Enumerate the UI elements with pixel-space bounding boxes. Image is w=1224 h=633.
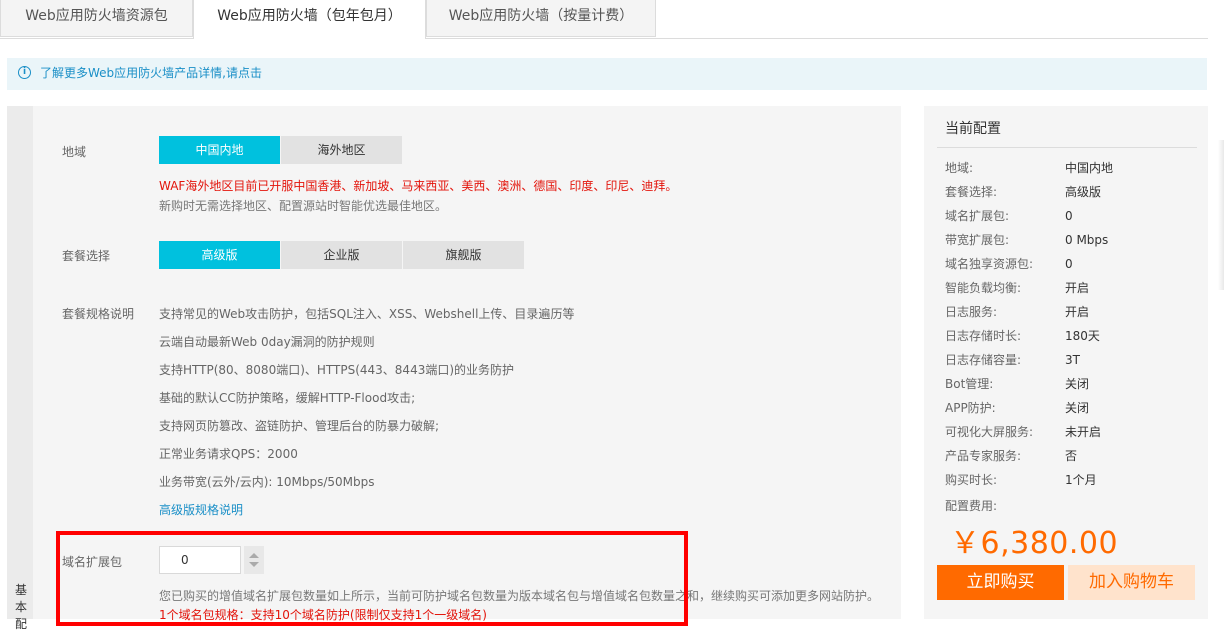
summary-value: 开启 bbox=[1065, 281, 1090, 295]
summary-value: 中国内地 bbox=[1065, 161, 1114, 175]
summary-key: 日志存储容量: bbox=[945, 353, 1022, 367]
spec-line: 支持常见的Web攻击防护，包括SQL注入、XSS、Webshell上传、目录遍历… bbox=[159, 307, 575, 321]
summary-key: 智能负载均衡: bbox=[945, 281, 1022, 295]
summary-row: 可视化大屏服务: 未开启 bbox=[945, 420, 1195, 444]
section-strip bbox=[7, 106, 33, 619]
spec-label: 套餐规格说明 bbox=[62, 307, 135, 321]
annotation-highlight-box bbox=[56, 531, 688, 626]
summary-value: 关闭 bbox=[1065, 401, 1090, 415]
plan-option-enterprise[interactable]: 企业版 bbox=[281, 241, 402, 269]
summary-key: 带宽扩展包: bbox=[945, 233, 1010, 247]
summary-value: 0 Mbps bbox=[1065, 233, 1109, 247]
summary-fee-row: 配置费用: bbox=[945, 494, 1195, 518]
summary-row: 域名扩展包: 0 bbox=[945, 204, 1195, 228]
summary-key: 域名独享资源包: bbox=[945, 257, 1034, 271]
summary-key: 域名扩展包: bbox=[945, 209, 1010, 223]
summary-key: Bot管理: bbox=[945, 377, 994, 391]
section-label: 基本配 bbox=[14, 583, 27, 631]
buy-now-button[interactable]: 立即购买 bbox=[937, 565, 1064, 600]
region-option-mainland[interactable]: 中国内地 bbox=[159, 136, 280, 164]
spec-line: 正常业务请求QPS：2000 bbox=[159, 447, 298, 461]
summary-row: 日志存储容量: 3T bbox=[945, 348, 1195, 372]
summary-key: 购买时长: bbox=[945, 473, 998, 487]
summary-row: 智能负载均衡: 开启 bbox=[945, 276, 1195, 300]
plan-option-advanced[interactable]: 高级版 bbox=[159, 241, 280, 269]
summary-value: 0 bbox=[1065, 257, 1073, 271]
summary-row: 地域: 中国内地 bbox=[945, 156, 1195, 180]
summary-key: APP防护: bbox=[945, 401, 996, 415]
summary-key: 产品专家服务: bbox=[945, 449, 1022, 463]
summary-row: 购买时长: 1个月 bbox=[945, 468, 1195, 492]
plan-label: 套餐选择 bbox=[62, 249, 111, 263]
total-price: ￥6,380.00 bbox=[950, 526, 1119, 561]
summary-value: 否 bbox=[1065, 449, 1078, 463]
summary-key: 套餐选择: bbox=[945, 185, 998, 199]
product-details-link[interactable]: 了解更多Web应用防火墙产品详情,请点击 bbox=[40, 58, 262, 89]
summary-value: 未开启 bbox=[1065, 425, 1102, 439]
plan-option-flagship[interactable]: 旗舰版 bbox=[403, 241, 524, 269]
spec-line: 业务带宽(云外/云内): 10Mbps/50Mbps bbox=[159, 475, 375, 489]
summary-row: 套餐选择: 高级版 bbox=[945, 180, 1195, 204]
fee-label: 配置费用: bbox=[945, 499, 998, 513]
summary-title: 当前配置 bbox=[945, 121, 1001, 137]
summary-key: 日志存储时长: bbox=[945, 329, 1022, 343]
info-banner: i 了解更多Web应用防火墙产品详情,请点击 bbox=[7, 58, 1207, 90]
spec-line: 云端自动最新Web 0day漏洞的防护规则 bbox=[159, 335, 375, 349]
product-tabs: Web应用防火墙资源包 Web应用防火墙（包年包月） Web应用防火墙（按量计费… bbox=[0, 0, 1208, 39]
summary-value: 1个月 bbox=[1065, 473, 1097, 487]
spec-line: 支持HTTP(80、8080端口)、HTTPS(443、8443端口)的业务防护 bbox=[159, 363, 515, 377]
tab-resource-pack[interactable]: Web应用防火墙资源包 bbox=[0, 0, 193, 37]
region-label: 地域 bbox=[62, 145, 87, 159]
spec-line: 支持网页防篡改、盗链防护、管理后台的防暴力破解; bbox=[159, 419, 440, 433]
summary-key: 地域: bbox=[945, 161, 974, 175]
summary-value: 180天 bbox=[1065, 329, 1100, 343]
summary-row: 产品专家服务: 否 bbox=[945, 444, 1195, 468]
summary-divider bbox=[937, 147, 1197, 148]
summary-value: 关闭 bbox=[1065, 377, 1090, 391]
summary-value: 3T bbox=[1065, 353, 1080, 367]
summary-row: 带宽扩展包: 0 Mbps bbox=[945, 228, 1195, 252]
summary-row: 日志存储时长: 180天 bbox=[945, 324, 1195, 348]
spec-details-link[interactable]: 高级版规格说明 bbox=[159, 501, 243, 518]
summary-row: 域名独享资源包: 0 bbox=[945, 252, 1195, 276]
summary-value: 高级版 bbox=[1065, 185, 1102, 199]
region-option-overseas[interactable]: 海外地区 bbox=[281, 136, 402, 164]
tab-pay-as-you-go[interactable]: Web应用防火墙（按量计费） bbox=[426, 0, 656, 37]
summary-row: 日志服务: 开启 bbox=[945, 300, 1195, 324]
summary-value: 开启 bbox=[1065, 305, 1090, 319]
summary-key: 日志服务: bbox=[945, 305, 998, 319]
summary-row: APP防护: 关闭 bbox=[945, 396, 1195, 420]
summary-value: 0 bbox=[1065, 209, 1073, 223]
region-warning: WAF海外地区目前已开服中国香港、新加坡、马来西亚、美西、澳洲、德国、印度、印尼… bbox=[159, 179, 678, 193]
spec-line: 基础的默认CC防护策略，缓解HTTP-Flood攻击; bbox=[159, 391, 416, 405]
region-hint: 新购时无需选择地区、配置源站时智能优选最佳地区。 bbox=[159, 199, 448, 213]
summary-key: 可视化大屏服务: bbox=[945, 425, 1034, 439]
edge-shadow bbox=[1218, 140, 1224, 290]
info-icon: i bbox=[18, 66, 31, 79]
summary-row: Bot管理: 关闭 bbox=[945, 372, 1195, 396]
tab-subscription[interactable]: Web应用防火墙（包年包月） bbox=[193, 0, 426, 39]
add-to-cart-button[interactable]: 加入购物车 bbox=[1068, 565, 1195, 600]
